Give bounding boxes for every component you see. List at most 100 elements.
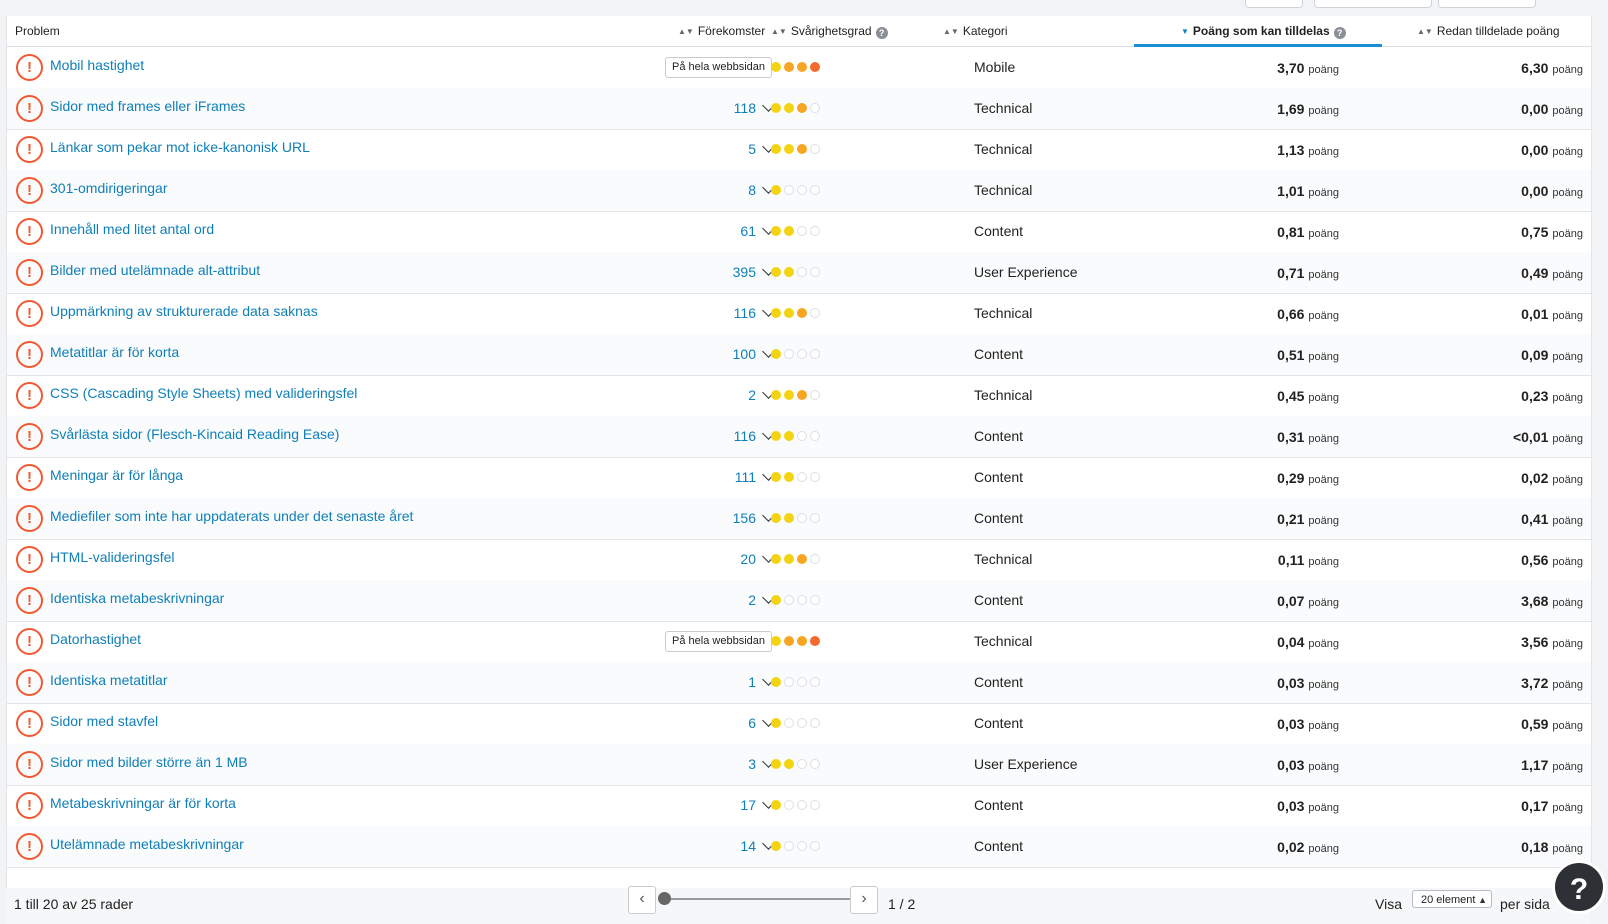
problem-link[interactable]: Bilder med utelämnade alt-attribut (50, 262, 260, 278)
difficulty-dot (797, 677, 807, 687)
page-slider[interactable] (667, 898, 853, 900)
occurrences-toggle[interactable]: 116 (734, 304, 775, 321)
table-row[interactable]: ! Datorhastighet På hela webbsidan Technica… (7, 621, 1591, 663)
table-row[interactable]: ! Uppmärkning av strukturerade data sakna… (7, 293, 1591, 335)
per-page-select[interactable]: 20 element ▲ (1412, 890, 1492, 908)
occurrences-toggle[interactable]: 395 (733, 263, 775, 280)
difficulty-rating (771, 636, 823, 647)
table-row[interactable]: ! Sidor med stavfel 6 Content 0,03 poäng 0,59 p… (7, 703, 1591, 745)
problem-link[interactable]: 301-omdirigeringar (50, 180, 168, 196)
header-difficulty[interactable]: ▲▼ Svårighetsgrad? (771, 16, 888, 46)
problem-link[interactable]: Mediefiler som inte har uppdaterats unde… (50, 508, 413, 524)
table-row[interactable]: ! Metatitlar är för korta 100 Content 0,51 po… (7, 334, 1591, 376)
table-row[interactable]: ! Bilder med utelämnade alt-attribut 395 Us… (7, 252, 1591, 294)
problem-link[interactable]: Sidor med bilder större än 1 MB (50, 754, 248, 770)
table-row[interactable]: ! Länkar som pekar mot icke-kanonisk URL 5… (7, 129, 1591, 171)
table-row[interactable]: ! Sidor med bilder större än 1 MB 3 User Ex… (7, 744, 1591, 786)
problem-link[interactable]: Datorhastighet (50, 631, 141, 647)
occurrence-count: 14 (740, 838, 756, 854)
problem-link[interactable]: Utelämnade metabeskrivningar (50, 836, 244, 852)
points-awarded: 0,09 poäng (1521, 347, 1583, 363)
sort-desc-icon: ▼ (1181, 27, 1189, 36)
problem-link[interactable]: Sidor med frames eller iFrames (50, 98, 245, 114)
sort-arrows-icon: ▲▼ (771, 27, 787, 36)
show-label: Visa (1375, 896, 1402, 912)
table-row[interactable]: ! Innehåll med litet antal ord 61 Content 0,… (7, 211, 1591, 253)
points-available: 0,02 poäng (1277, 839, 1339, 855)
difficulty-dot (784, 554, 794, 564)
page-slider-handle[interactable] (658, 892, 671, 905)
table-row[interactable]: ! Mediefiler som inte har uppdaterats und… (7, 498, 1591, 540)
table-row[interactable]: ! 301-omdirigeringar 8 Technical 1,01 poäng 0,… (7, 170, 1591, 212)
occurrences-toggle[interactable]: 111 (735, 468, 775, 485)
table-row[interactable]: ! Meningar är för långa 111 Content 0,29 poän… (7, 457, 1591, 499)
prev-page-button[interactable]: ‹ (628, 886, 656, 914)
table-row[interactable]: ! HTML-valideringsfel 20 Technical 0,11 poäng… (7, 539, 1591, 581)
table-row[interactable]: ! Utelämnade metabeskrivningar 14 Content 0,… (7, 826, 1591, 868)
difficulty-rating (771, 718, 823, 729)
table-row[interactable]: ! Mobil hastighet På hela webbsidan Mobile 3… (7, 47, 1591, 89)
table-row[interactable]: ! Metabeskrivningar är för korta 17 Content… (7, 785, 1591, 827)
problem-link[interactable]: HTML-valideringsfel (50, 549, 174, 565)
occurrences-toggle[interactable]: 2 (748, 386, 775, 403)
difficulty-dot (810, 103, 820, 113)
problem-link[interactable]: Länkar som pekar mot icke-kanonisk URL (50, 139, 310, 155)
table-row[interactable]: ! Sidor med frames eller iFrames 118 Techni… (7, 88, 1591, 130)
difficulty-rating (771, 431, 823, 442)
occurrences-toggle[interactable]: 156 (733, 509, 775, 526)
difficulty-rating (771, 595, 823, 606)
occurrences-toggle[interactable]: 100 (733, 345, 775, 362)
toolbar-button[interactable] (1314, 0, 1432, 8)
help-icon[interactable]: ? (875, 27, 888, 39)
category-label: Content (974, 428, 1024, 444)
problem-link[interactable]: Meningar är för långa (50, 467, 183, 483)
problem-link[interactable]: Sidor med stavfel (50, 713, 158, 729)
occurrences-toggle[interactable]: 2 (748, 591, 775, 608)
difficulty-rating (771, 62, 823, 73)
occurrences-toggle[interactable]: 8 (748, 181, 775, 198)
occurrences-toggle[interactable]: 1 (748, 673, 775, 690)
occurrences-toggle[interactable]: 6 (748, 714, 775, 731)
help-icon[interactable]: ? (1333, 27, 1346, 39)
header-occurrences[interactable]: ▲▼ Förekomster (678, 16, 765, 46)
points-available: 0,11 poäng (1277, 552, 1339, 568)
problem-link[interactable]: Mobil hastighet (50, 57, 144, 73)
points-available: 1,13 poäng (1277, 142, 1339, 158)
occurrences-toggle[interactable]: 20 (740, 550, 775, 567)
difficulty-dot (810, 554, 820, 564)
difficulty-dot (784, 718, 794, 728)
category-label: Content (974, 592, 1024, 608)
help-button[interactable]: ? (1552, 860, 1606, 914)
problem-link[interactable]: Metatitlar är för korta (50, 344, 179, 360)
table-row[interactable]: ! Identiska metabeskrivningar 2 Content 0,07… (7, 580, 1591, 622)
occurrences-toggle[interactable]: 14 (740, 837, 775, 854)
problem-link[interactable]: Metabeskrivningar är för korta (50, 795, 236, 811)
header-awarded[interactable]: ▲▼ Redan tilldelade poäng (1417, 16, 1560, 46)
table-row[interactable]: ! Svårlästa sidor (Flesch-Kincaid Reading… (7, 416, 1591, 458)
problem-link[interactable]: Uppmärkning av strukturerade data saknas (50, 303, 318, 319)
problem-link[interactable]: Svårlästa sidor (Flesch-Kincaid Reading … (50, 426, 339, 442)
header-problem[interactable]: Problem (15, 16, 60, 46)
next-page-button[interactable]: › (850, 886, 878, 914)
table-row[interactable]: ! Identiska metatitlar 1 Content 0,03 poäng 3,… (7, 662, 1591, 704)
occurrences-toggle[interactable]: 17 (740, 796, 775, 813)
difficulty-rating (771, 759, 823, 770)
header-category[interactable]: ▲▼ Kategori (943, 16, 1008, 46)
toolbar-button[interactable] (1438, 0, 1536, 8)
category-label: Content (974, 674, 1024, 690)
difficulty-dot (784, 144, 794, 154)
occurrences-toggle[interactable]: 61 (740, 222, 775, 239)
difficulty-dot (797, 349, 807, 359)
problem-link[interactable]: Innehåll med litet antal ord (50, 221, 214, 237)
problem-link[interactable]: Identiska metabeskrivningar (50, 590, 224, 606)
occurrences-toggle[interactable]: 5 (748, 140, 775, 157)
occurrences-toggle[interactable]: 118 (734, 99, 775, 116)
problem-link[interactable]: Identiska metatitlar (50, 672, 168, 688)
table-row[interactable]: ! CSS (Cascading Style Sheets) med valide… (7, 375, 1591, 417)
occurrences-toggle[interactable]: 3 (748, 755, 775, 772)
toolbar-button[interactable] (1245, 0, 1303, 8)
problem-link[interactable]: CSS (Cascading Style Sheets) med valider… (50, 385, 357, 401)
occurrences-toggle[interactable]: 116 (734, 427, 775, 444)
header-points[interactable]: ▼ Poäng som kan tilldelas? (1181, 16, 1346, 46)
category-label: Content (974, 510, 1024, 526)
